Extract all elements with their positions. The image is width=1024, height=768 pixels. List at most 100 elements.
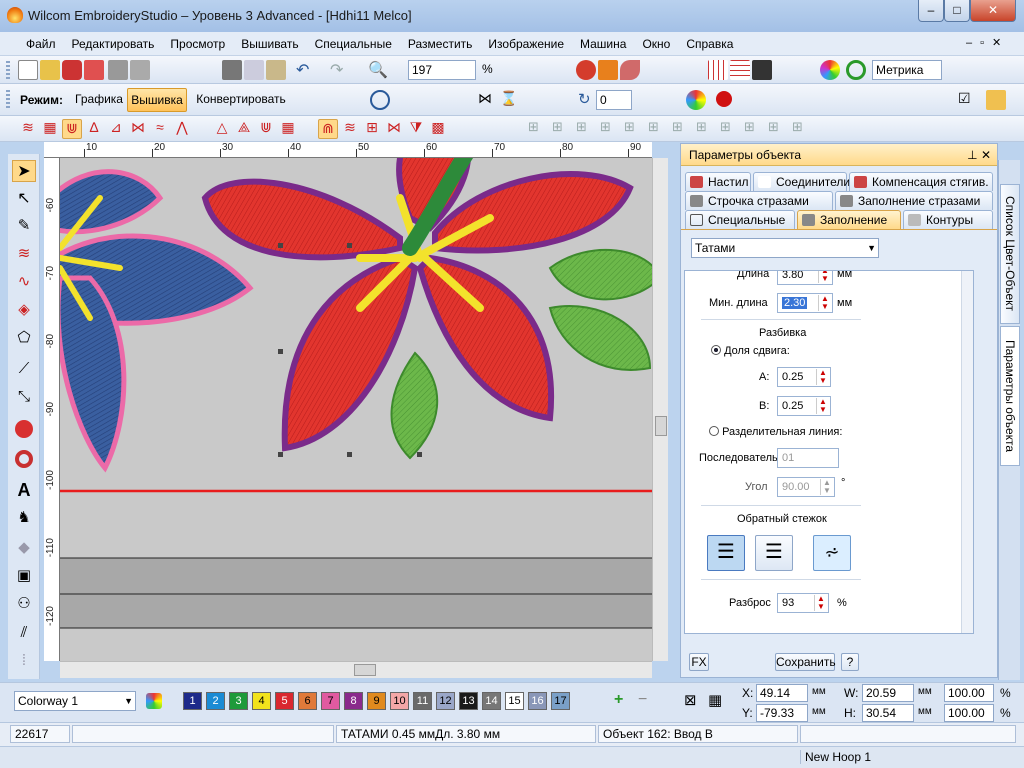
stitch-type-17-icon[interactable]: ▩	[428, 119, 448, 139]
horizontal-scrollbar[interactable]	[60, 661, 652, 678]
menu-9[interactable]: Справка	[678, 32, 741, 56]
color-swatch[interactable]: 4	[252, 692, 271, 710]
pen-icon[interactable]: ✎	[12, 216, 36, 238]
palette-colors-icon[interactable]	[146, 693, 162, 709]
arrange-tool-10-icon[interactable]: ⊞	[768, 119, 788, 139]
stitch-type-12-icon[interactable]: ⋒	[318, 119, 338, 139]
arrange-tool-4-icon[interactable]: ⊞	[624, 119, 644, 139]
menu-0[interactable]: Файл	[18, 32, 64, 56]
spread-spin[interactable]: 93 ▲ ▼	[777, 593, 829, 613]
color-swatch[interactable]: 15	[505, 692, 524, 710]
menu-8[interactable]: Окно	[634, 32, 678, 56]
menu-7[interactable]: Машина	[572, 32, 634, 56]
color-swatch[interactable]: 13	[459, 692, 478, 710]
tab-rhinestone-run[interactable]: Строчка стразами	[685, 191, 833, 210]
red-dot-icon[interactable]	[716, 91, 732, 107]
satin-icon[interactable]: ≋	[12, 244, 36, 266]
stitch-type-5-icon[interactable]: ⋈	[128, 119, 148, 139]
divider-radio[interactable]: Разделительная линия:	[709, 426, 842, 438]
image-icon[interactable]	[752, 60, 772, 80]
tab-nastil[interactable]: Настил	[685, 172, 751, 191]
arrange-tool-1-icon[interactable]: ⊞	[552, 119, 572, 139]
color-swatch[interactable]: 9	[367, 692, 386, 710]
mode-embroidery-button[interactable]: Вышивка	[127, 88, 187, 112]
print-icon[interactable]	[108, 60, 128, 80]
grid2-icon[interactable]	[730, 60, 750, 80]
color-swatch[interactable]: 2	[206, 692, 225, 710]
fabric-red-icon[interactable]	[576, 60, 596, 80]
color-swatch[interactable]: 7	[321, 692, 340, 710]
design-canvas[interactable]	[60, 158, 652, 661]
remove-color-icon[interactable]: −	[638, 691, 647, 709]
tab-object-properties[interactable]: Параметры объекта	[1000, 326, 1020, 466]
menu-3[interactable]: Вышивать	[233, 32, 306, 56]
backstitch-option-3[interactable]: ⩫	[813, 535, 851, 571]
polygon-icon[interactable]: ⬠	[12, 328, 36, 350]
lettering-icon[interactable]: A	[12, 480, 36, 502]
offset-radio[interactable]: Доля сдвига:	[711, 345, 790, 357]
redo-icon[interactable]: ↷	[330, 60, 350, 80]
color-swatch[interactable]: 5	[275, 692, 294, 710]
color-swatch[interactable]: 8	[344, 692, 363, 710]
leaf-icon[interactable]	[620, 60, 640, 80]
min-length-spin[interactable]: 2.30 ▲ ▼	[777, 293, 833, 313]
reshape-icon[interactable]: ↖	[12, 188, 36, 210]
arrange-tool-7-icon[interactable]: ⊞	[696, 119, 716, 139]
arrange-tool-6-icon[interactable]: ⊞	[672, 119, 692, 139]
grid-icon[interactable]	[708, 60, 728, 80]
arrange-tool-5-icon[interactable]: ⊞	[648, 119, 668, 139]
copy-icon[interactable]	[244, 60, 264, 80]
select-arrow-icon[interactable]: ➤	[12, 160, 36, 182]
add-color-icon[interactable]: +	[614, 691, 623, 709]
mirror-icon[interactable]: ⋈	[478, 90, 498, 110]
mode-convert-button[interactable]: Конвертировать	[192, 88, 290, 112]
color-wheel-icon[interactable]	[820, 60, 840, 80]
color-swatch[interactable]: 3	[229, 692, 248, 710]
color-swatch[interactable]: 16	[528, 692, 547, 710]
backstitch-option-2[interactable]: ☰	[755, 535, 793, 571]
save-red-icon[interactable]	[84, 60, 104, 80]
b-spin[interactable]: 0.25 ▲ ▼	[777, 396, 831, 416]
menu-1[interactable]: Редактировать	[64, 32, 163, 56]
checkbox-icon[interactable]: ☑	[958, 90, 978, 110]
mode-graphics-button[interactable]: Графика	[72, 88, 126, 112]
stitch-type-9-icon[interactable]: ⟁	[234, 119, 254, 139]
backstitch-option-1[interactable]: ☰	[707, 535, 745, 571]
zoom-field[interactable]: 197	[408, 60, 476, 80]
color-swatch[interactable]: 6	[298, 692, 317, 710]
sequence-field[interactable]: 01	[777, 448, 839, 468]
zoom-icon[interactable]: 🔍	[368, 60, 388, 80]
flip-icon[interactable]: ⌛	[500, 90, 520, 110]
circle-icon[interactable]	[15, 420, 33, 438]
length-spin[interactable]: 3.80 ▲ ▼	[777, 271, 833, 285]
globe-icon[interactable]	[370, 90, 390, 110]
stitch-type-15-icon[interactable]: ⋈	[384, 119, 404, 139]
paste-icon[interactable]	[266, 60, 286, 80]
menu-5[interactable]: Разместить	[400, 32, 481, 56]
coords-y-field[interactable]: -79.33	[756, 704, 808, 722]
arrange-tool-11-icon[interactable]: ⊞	[792, 119, 812, 139]
stitch-type-13-icon[interactable]: ≋	[340, 119, 360, 139]
fill-type-select[interactable]: Татами ▼	[691, 238, 879, 258]
save-icon[interactable]	[62, 60, 82, 80]
stitch-type-1-icon[interactable]: ▦	[40, 119, 60, 139]
open-folder-icon[interactable]	[40, 60, 60, 80]
cut-icon[interactable]	[222, 60, 242, 80]
tab-rhinestone-fill[interactable]: Заполнение стразами	[835, 191, 993, 210]
fx-button[interactable]: FX	[689, 653, 709, 671]
color-swatch[interactable]: 14	[482, 692, 501, 710]
stitch-type-0-icon[interactable]: ≋	[18, 119, 38, 139]
stitch-type-14-icon[interactable]: ⊞	[362, 119, 382, 139]
a-spin[interactable]: 0.25 ▲ ▼	[777, 367, 831, 387]
tab-color-object-list[interactable]: Список Цвет-Объект	[1000, 184, 1020, 324]
rotate-icon[interactable]: ↻	[578, 90, 598, 110]
stitch-type-11-icon[interactable]: ▦	[278, 119, 298, 139]
no-color-icon[interactable]: ⊠	[684, 691, 697, 709]
print-preview-icon[interactable]	[130, 60, 150, 80]
maximize-button[interactable]: □	[944, 0, 970, 22]
coords-h-field[interactable]: 30.54	[862, 704, 914, 722]
width-percent-field[interactable]: 100.00	[944, 684, 994, 702]
menu-2[interactable]: Просмотр	[162, 32, 233, 56]
stitch-type-3-icon[interactable]: ∆	[84, 119, 104, 139]
height-percent-field[interactable]: 100.00	[944, 704, 994, 722]
